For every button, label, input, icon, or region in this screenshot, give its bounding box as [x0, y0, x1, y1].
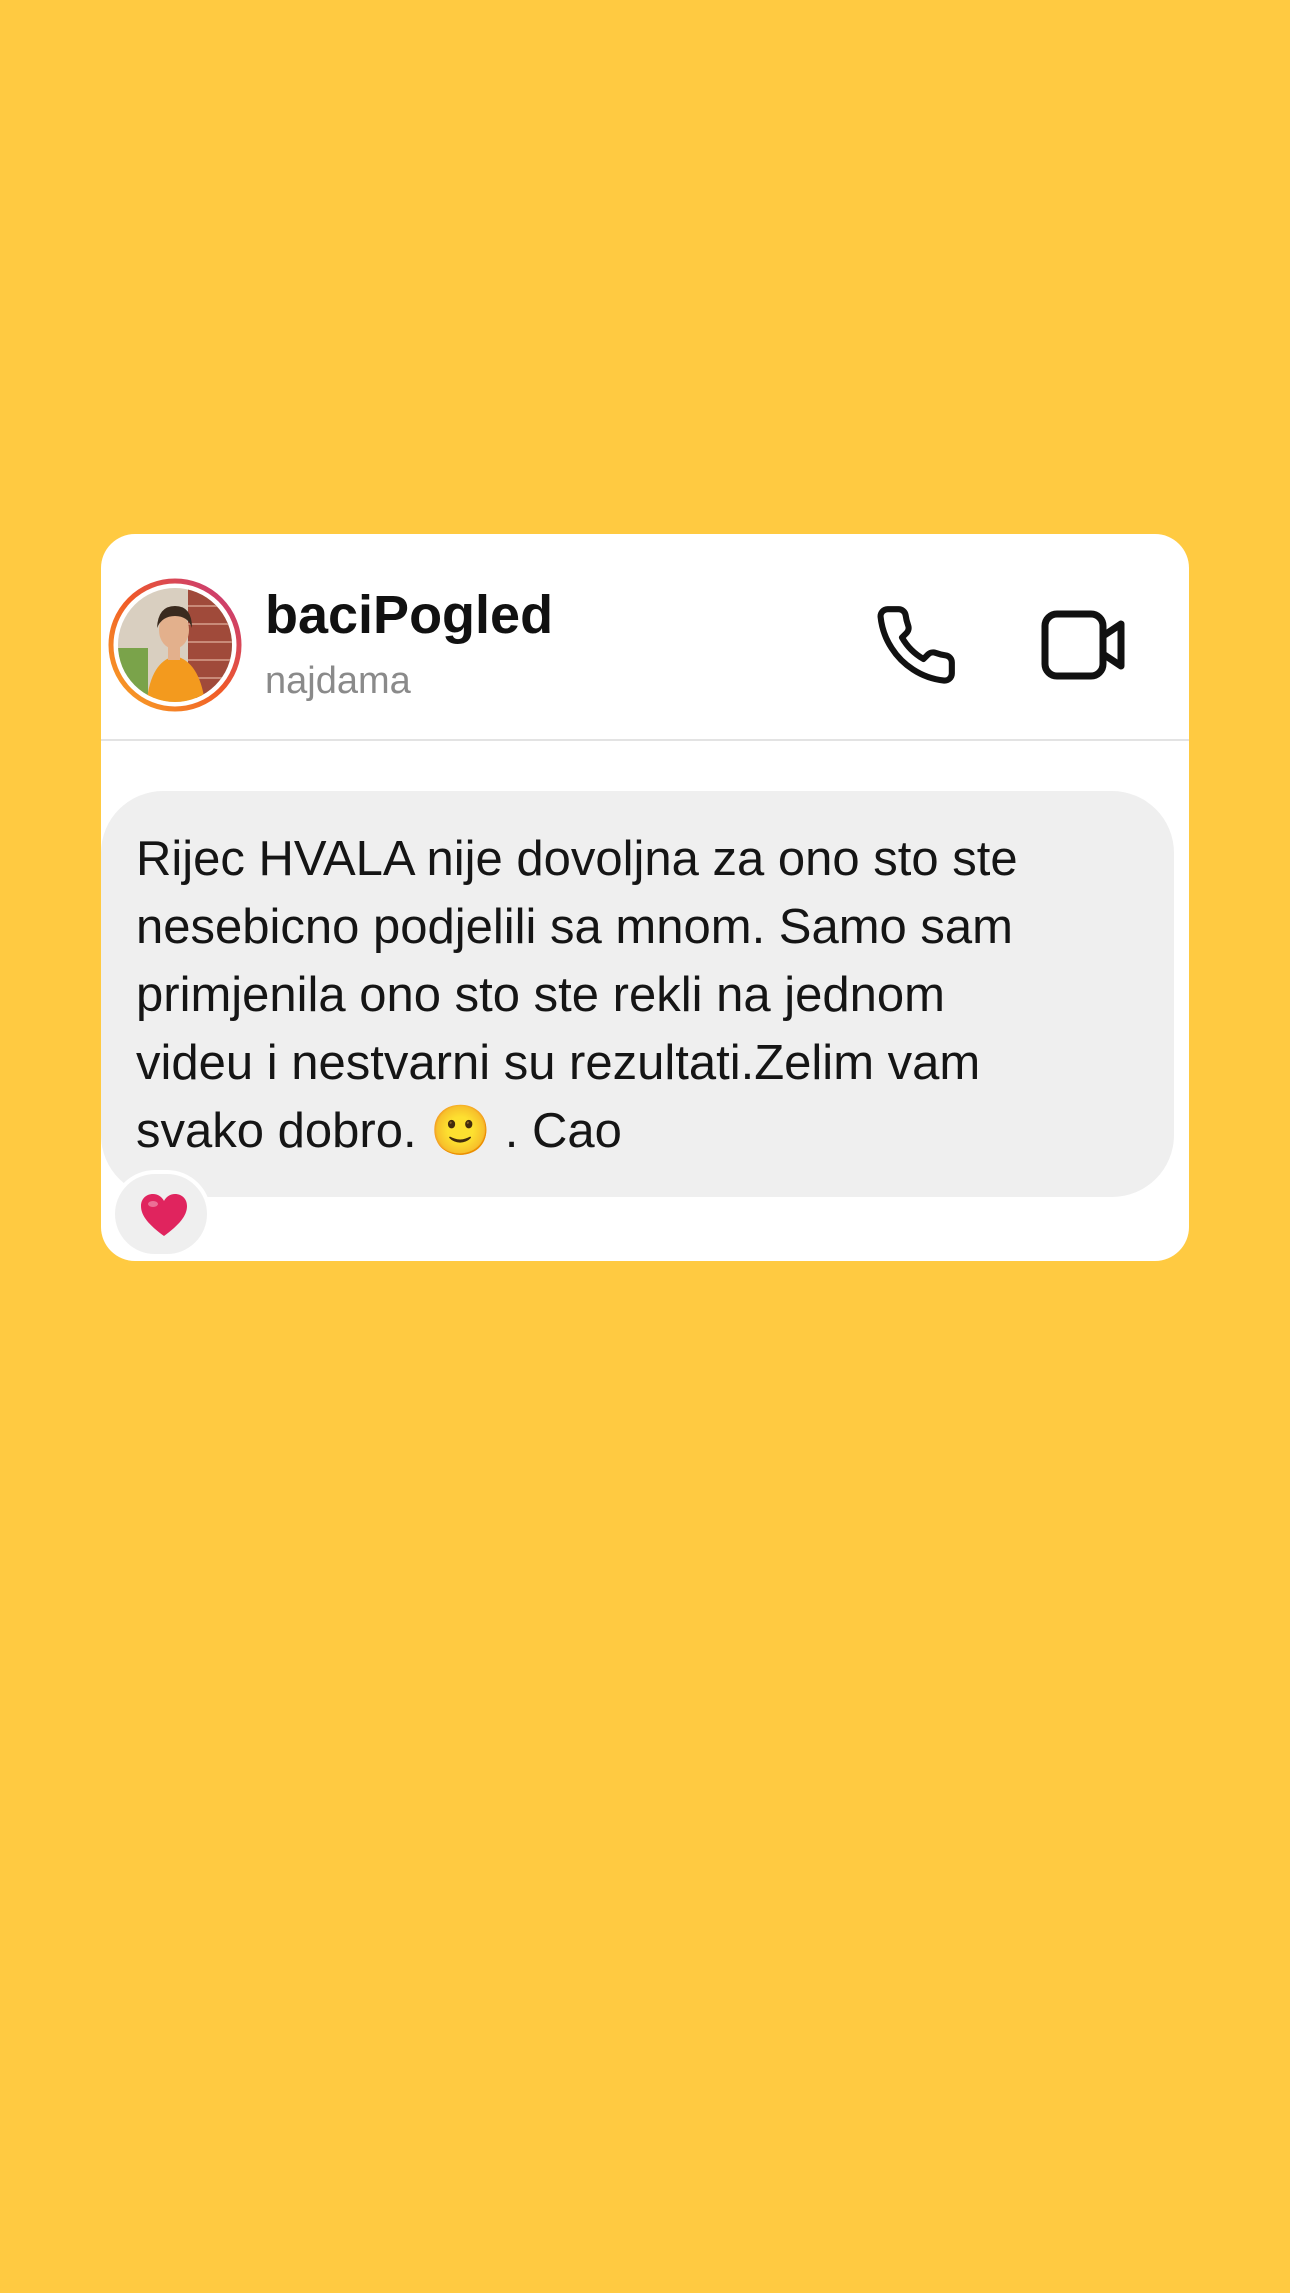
video-camera-icon[interactable]	[1039, 604, 1129, 686]
chat-header: baciPogled najdama	[101, 534, 1189, 741]
username[interactable]: baciPogled	[265, 588, 553, 642]
user-handle: najdama	[265, 660, 411, 702]
message-text: Rijec HVALA nije dovoljna za ono sto ste…	[136, 832, 1018, 1158]
dm-card: baciPogled najdama Rijec HVALA nije dovo…	[101, 534, 1189, 1261]
reaction-badge[interactable]	[111, 1170, 211, 1258]
heart-icon	[141, 1194, 187, 1236]
phone-icon[interactable]	[873, 602, 959, 688]
message-bubble[interactable]: Rijec HVALA nije dovoljna za ono sto ste…	[101, 791, 1174, 1197]
avatar[interactable]	[108, 578, 242, 712]
